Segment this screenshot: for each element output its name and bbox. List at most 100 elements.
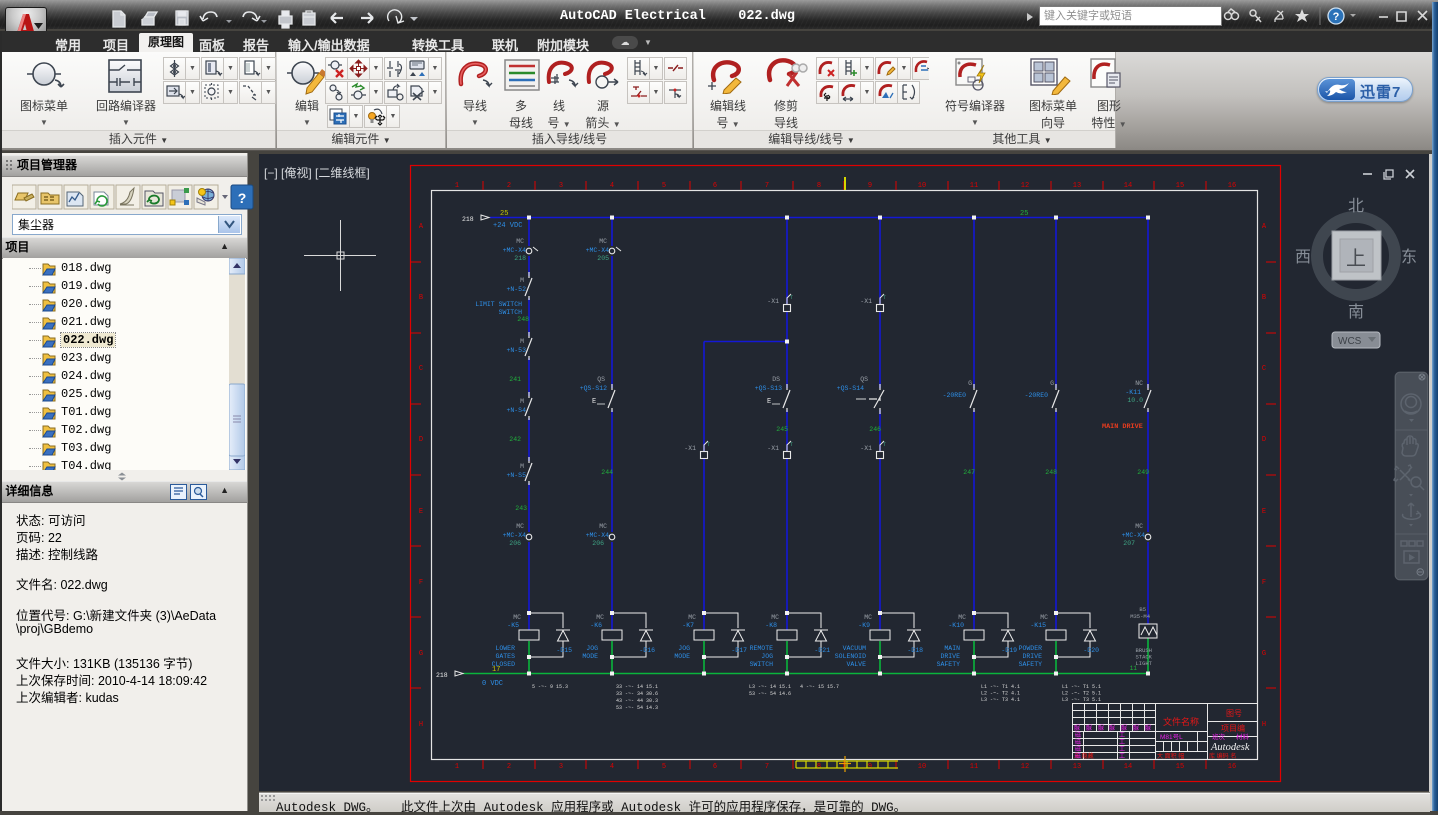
svg-text:+MC-X4: +MC-X4 [586, 532, 610, 539]
svg-text:西: 西 [1295, 249, 1311, 266]
svg-text:M: M [520, 398, 524, 405]
svg-text:工: 工 [1119, 753, 1125, 760]
svg-text:E: E [767, 398, 771, 406]
svg-text:+N-53: +N-53 [506, 347, 526, 354]
svg-text:脲: 脲 [1121, 725, 1127, 732]
svg-text:工: 工 [1119, 739, 1125, 746]
svg-text:QS: QS [860, 376, 868, 383]
svg-text:NC: NC [1135, 380, 1143, 387]
svg-text:SWITCH: SWITCH [750, 661, 774, 668]
svg-text:L2 -~- T2 4.1: L2 -~- T2 4.1 [981, 691, 1020, 697]
svg-text:工: 工 [1119, 746, 1125, 753]
svg-text:9: 9 [868, 763, 872, 771]
svg-text:GATES: GATES [495, 653, 515, 660]
svg-text:文件名称: 文件名称 [1163, 716, 1199, 727]
svg-text:MC: MC [516, 523, 524, 530]
svg-text:3: 3 [559, 763, 563, 771]
svg-text:248: 248 [517, 316, 529, 323]
svg-text:MC: MC [771, 614, 779, 621]
svg-text:QS: QS [597, 376, 605, 383]
svg-text:-D15: -D15 [556, 647, 572, 654]
svg-text:M: M [520, 463, 524, 470]
svg-text:-20RE0: -20RE0 [1025, 392, 1049, 399]
svg-text:-K5: -K5 [507, 622, 519, 629]
svg-text:M81号L: M81号L [1160, 733, 1183, 741]
svg-text:1: 1 [455, 763, 459, 771]
svg-text:206: 206 [592, 540, 604, 547]
svg-text:-K8: -K8 [765, 622, 777, 629]
svg-text:E: E [1262, 508, 1266, 516]
svg-text:+N-S4: +N-S4 [506, 407, 526, 414]
svg-text:?: ? [238, 190, 247, 206]
svg-text:磁: 磁 [1075, 738, 1081, 746]
svg-text:12: 12 [1021, 763, 1029, 771]
svg-text:8: 8 [817, 182, 821, 190]
svg-text:MC: MC [864, 614, 872, 621]
svg-text:-X1: -X1 [684, 445, 696, 452]
svg-text:F: F [419, 579, 423, 587]
svg-text:MAIN: MAIN [944, 645, 960, 652]
svg-text:249: 249 [1137, 469, 1149, 476]
svg-text:4: 4 [610, 763, 614, 771]
svg-text:脲: 脲 [1098, 725, 1104, 732]
svg-text:7: 7 [765, 182, 769, 190]
svg-text:248: 248 [1045, 469, 1057, 476]
svg-text:D: D [419, 436, 423, 444]
svg-text:7: 7 [765, 763, 769, 771]
svg-text:F: F [1262, 579, 1266, 587]
svg-text:SAFETY: SAFETY [937, 661, 961, 668]
svg-text:JOG: JOG [761, 653, 773, 660]
svg-text:[−] [俺视] [二维线框]: [−] [俺视] [二维线框] [264, 165, 370, 180]
svg-text:+N-S5: +N-S5 [506, 472, 526, 479]
svg-text:A: A [419, 223, 424, 231]
svg-text:-D19: -D19 [1001, 647, 1017, 654]
svg-text:M35-M4: M35-M4 [1130, 613, 1151, 620]
svg-text:库 编码 名: 库 编码 名 [1209, 752, 1236, 760]
svg-text:-X1: -X1 [860, 298, 872, 305]
svg-text:15: 15 [1176, 763, 1184, 771]
svg-text:REMOTE: REMOTE [750, 645, 774, 652]
svg-text:10: 10 [918, 763, 926, 771]
svg-text:T: T [790, 295, 793, 301]
svg-text:53 -~- 54 14.3: 53 -~- 54 14.3 [616, 705, 658, 711]
svg-text:11: 11 [1130, 665, 1138, 672]
svg-text:0 VDC: 0 VDC [482, 680, 503, 688]
svg-text:DRIVE: DRIVE [1022, 653, 1042, 660]
svg-text:+N-52: +N-52 [506, 286, 526, 293]
svg-text:项目编: 项目编 [1221, 723, 1245, 733]
svg-text:POWDER: POWDER [1019, 645, 1043, 652]
svg-text:206: 206 [509, 540, 521, 547]
svg-text:14: 14 [1124, 182, 1132, 190]
svg-text:33 -~- 34 30.6: 33 -~- 34 30.6 [616, 691, 658, 697]
svg-text:工: 工 [1119, 732, 1125, 739]
svg-text:9: 9 [868, 182, 872, 190]
svg-text:16: 16 [1228, 763, 1236, 771]
svg-text:-K9: -K9 [858, 622, 870, 629]
svg-text:脲: 脲 [1074, 725, 1080, 732]
svg-text:244: 244 [601, 469, 613, 476]
svg-text:11: 11 [970, 182, 978, 190]
svg-text:25: 25 [1020, 210, 1028, 218]
svg-text:H: H [419, 721, 423, 729]
svg-text:G: G [1262, 650, 1266, 658]
svg-text:+MC-X4: +MC-X4 [1122, 532, 1146, 539]
svg-text:东: 东 [1401, 248, 1417, 266]
svg-text:D: D [1262, 436, 1266, 444]
svg-text:-K15: -K15 [1030, 622, 1046, 629]
svg-text:南: 南 [1348, 303, 1364, 321]
svg-text:脲: 脲 [1086, 725, 1092, 732]
svg-text:T: T [883, 442, 886, 448]
svg-text:-D17: -D17 [731, 647, 747, 654]
svg-text:G: G [968, 380, 972, 387]
svg-text:L1 -~- T1 4.1: L1 -~- T1 4.1 [981, 684, 1020, 690]
svg-text:1: 1 [455, 182, 459, 190]
svg-text:LOWER: LOWER [495, 645, 515, 652]
svg-text:B: B [419, 294, 423, 302]
svg-text:43 -~- 44 30.3: 43 -~- 44 30.3 [616, 698, 658, 704]
svg-text:H: H [1262, 721, 1266, 729]
svg-text:脲: 脲 [1145, 725, 1151, 732]
svg-text:245: 245 [776, 426, 788, 433]
svg-text:G: G [1050, 380, 1054, 387]
svg-text:-K6: -K6 [590, 622, 602, 629]
svg-text:+MC-X4: +MC-X4 [586, 247, 610, 254]
